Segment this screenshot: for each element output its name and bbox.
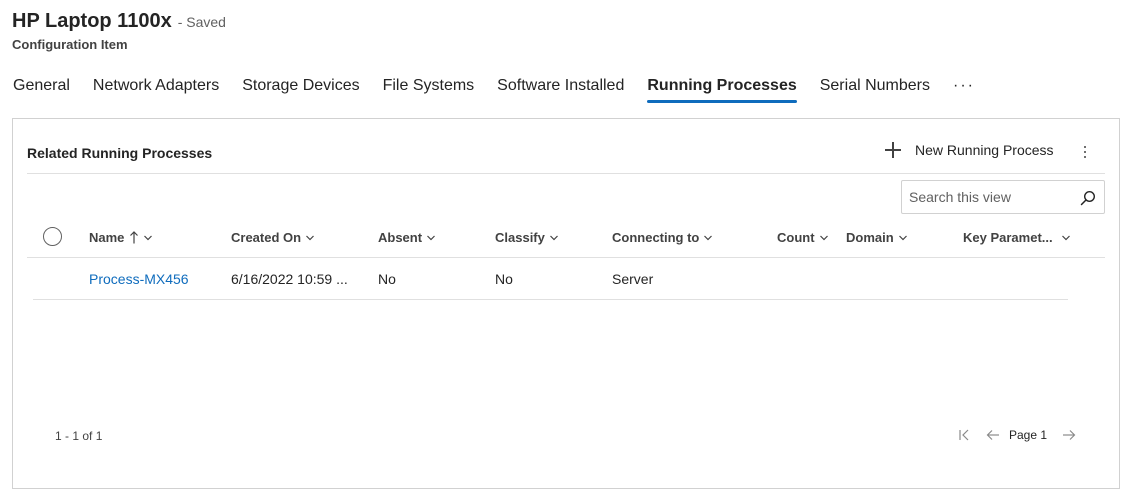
chevron-down-icon [819, 235, 828, 240]
form-tabs: General Network Adapters Storage Devices… [13, 74, 975, 104]
record-header: HP Laptop 1100x - Saved Configuration It… [12, 10, 226, 52]
table-row[interactable]: Process-MX456 6/16/2022 10:59 ... No No … [33, 258, 1068, 300]
subgrid-title: Related Running Processes [27, 145, 213, 161]
divider [27, 173, 1105, 174]
first-page-icon[interactable] [957, 427, 973, 443]
column-header-domain[interactable]: Domain [846, 230, 908, 245]
tabs-more-icon[interactable]: ··· [953, 74, 975, 104]
sort-ascending-icon [130, 231, 139, 244]
new-running-process-label: New Running Process [915, 142, 1054, 158]
cell-absent: No [378, 271, 396, 287]
entity-type-label: Configuration Item [12, 37, 128, 52]
column-header-classify[interactable]: Classify [495, 230, 559, 245]
record-count: 1 - 1 of 1 [55, 429, 103, 443]
cell-created-on: 6/16/2022 10:59 ... [231, 271, 348, 287]
more-commands-icon[interactable] [1079, 144, 1091, 160]
cell-name-link[interactable]: Process-MX456 [89, 271, 189, 287]
save-status: - Saved [177, 14, 226, 30]
tab-software-installed[interactable]: Software Installed [497, 74, 624, 104]
column-header-connecting-to[interactable]: Connecting to [612, 230, 713, 245]
column-header-absent-label: Absent [378, 230, 423, 245]
column-header-connecting-to-label: Connecting to [612, 230, 700, 245]
tab-storage-devices[interactable]: Storage Devices [242, 74, 359, 104]
subgrid-panel: Related Running Processes New Running Pr… [12, 118, 1120, 489]
search-box [901, 180, 1105, 214]
tab-general[interactable]: General [13, 74, 70, 104]
tab-network-adapters[interactable]: Network Adapters [93, 74, 219, 104]
tab-running-processes[interactable]: Running Processes [647, 74, 798, 104]
chevron-down-icon [898, 235, 907, 240]
column-header-count[interactable]: Count [777, 230, 829, 245]
chevron-down-icon [549, 235, 558, 240]
title-row: HP Laptop 1100x - Saved [12, 10, 226, 33]
next-page-icon[interactable] [1061, 427, 1077, 443]
cell-connecting-to: Server [612, 271, 654, 287]
column-header-name-label: Name [89, 230, 125, 245]
column-header-name[interactable]: Name [89, 230, 153, 245]
column-header-classify-label: Classify [495, 230, 545, 245]
tab-serial-numbers[interactable]: Serial Numbers [820, 74, 930, 104]
plus-icon [885, 142, 901, 158]
new-running-process-button[interactable]: New Running Process [885, 142, 1054, 158]
select-all-checkbox[interactable] [43, 227, 62, 246]
page-indicator: Page 1 [1009, 428, 1048, 442]
chevron-down-icon [144, 235, 153, 240]
column-header-key-parameters[interactable]: Key Paramet... [963, 230, 1071, 245]
column-header-domain-label: Domain [846, 230, 894, 245]
chevron-down-icon [306, 235, 315, 240]
column-header-count-label: Count [777, 230, 815, 245]
chevron-down-icon [427, 235, 435, 240]
search-input[interactable] [902, 189, 1072, 205]
previous-page-icon[interactable] [985, 427, 1001, 443]
pager: Page 1 [957, 427, 1089, 443]
cell-classify: No [495, 271, 513, 287]
chevron-down-icon [1061, 235, 1070, 240]
column-header-created-on[interactable]: Created On [231, 230, 315, 245]
chevron-down-icon [704, 235, 713, 240]
column-header-key-parameters-label: Key Paramet... [963, 230, 1053, 245]
record-title: HP Laptop 1100x [12, 10, 172, 32]
column-header-absent[interactable]: Absent [378, 230, 436, 245]
column-header-created-on-label: Created On [231, 230, 302, 245]
search-icon[interactable] [1080, 190, 1096, 206]
tab-file-systems[interactable]: File Systems [383, 74, 475, 104]
